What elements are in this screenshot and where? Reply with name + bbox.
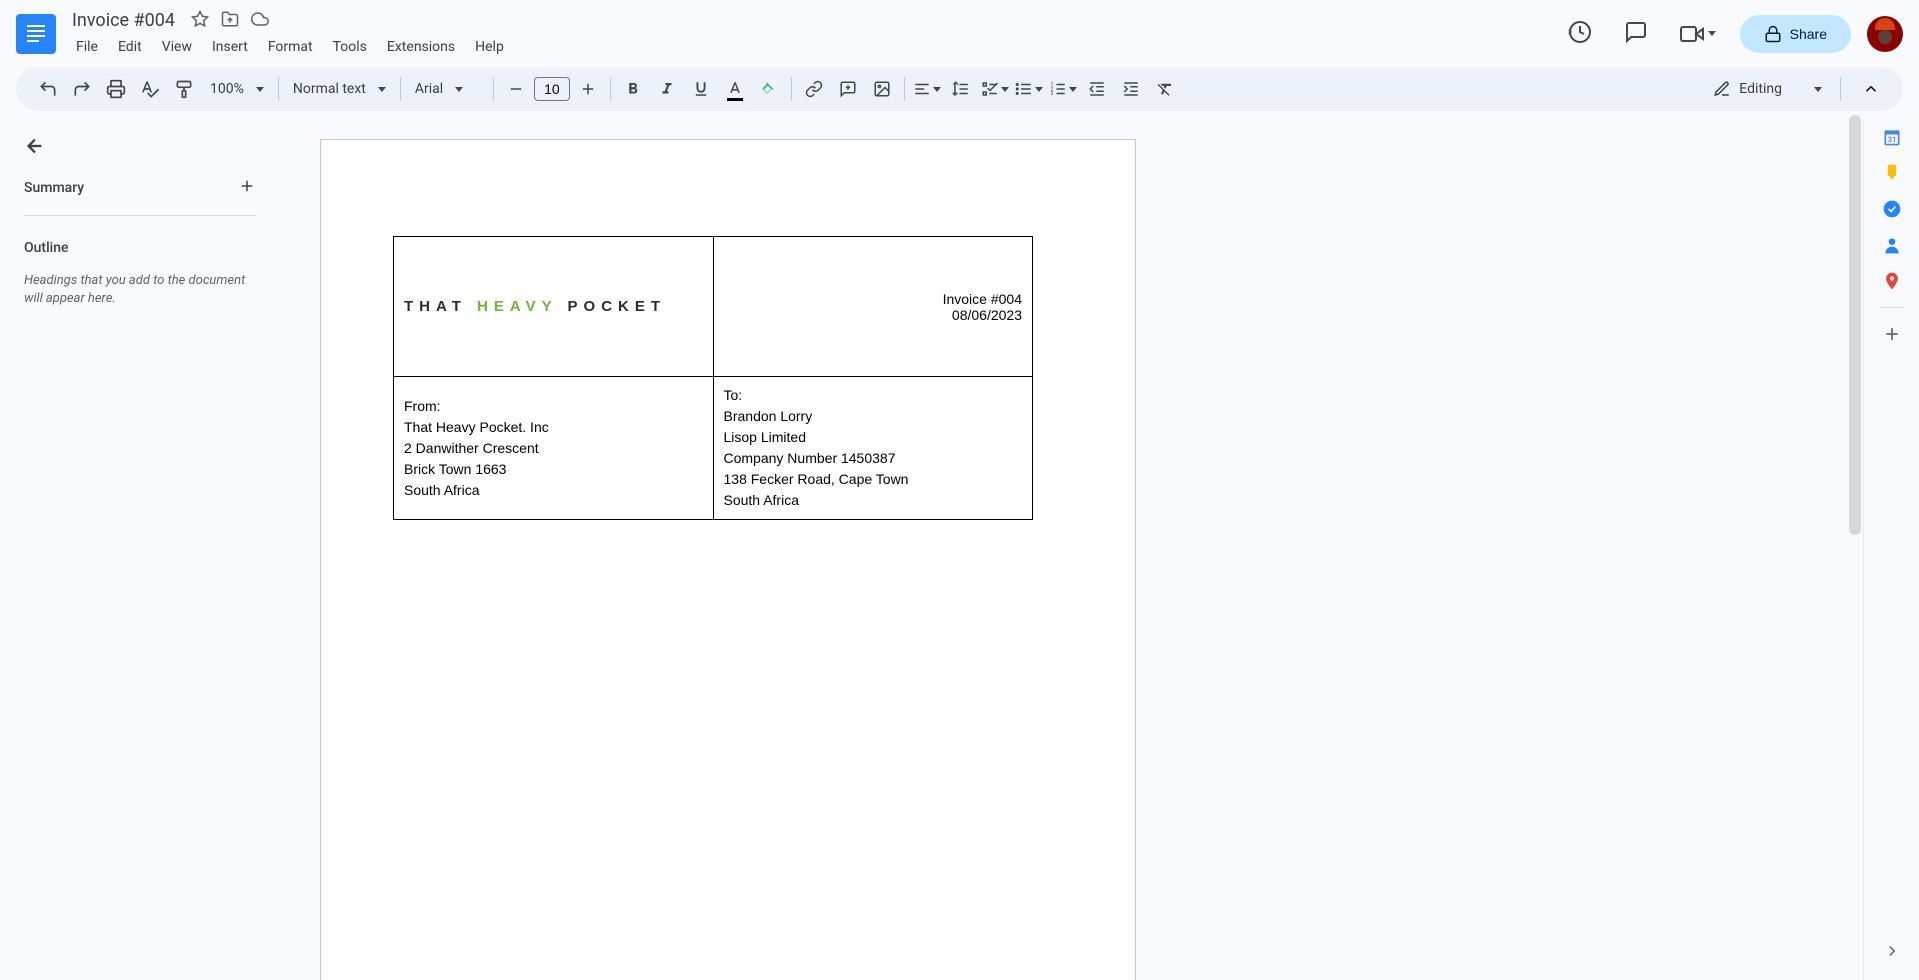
star-icon[interactable] [191,10,209,32]
meet-icon[interactable] [1672,14,1724,54]
docs-logo[interactable] [16,14,56,54]
menu-extensions[interactable]: Extensions [379,35,463,59]
document-area[interactable]: THAT HEAVY POCKET Invoice #004 08/06/202… [280,119,1863,980]
header-bar: Invoice #004 File Edit View Insert Forma… [0,0,1919,67]
paint-format-button[interactable] [168,73,200,105]
to-cell[interactable]: To: Brandon Lorry Lisop Limited Company … [713,377,1033,520]
to-company-num: Company Number 1450387 [724,448,1023,469]
insert-link-button[interactable] [798,73,830,105]
text-color-button[interactable] [719,73,751,105]
logo-word-heavy: HEAVY [477,298,557,315]
zoom-select[interactable]: 100% [202,75,272,103]
hide-side-panel-button[interactable] [1883,942,1901,964]
line-spacing-button[interactable] [945,73,977,105]
account-avatar[interactable] [1867,16,1903,52]
spellcheck-button[interactable] [134,73,166,105]
editing-mode-label: Editing [1739,81,1782,97]
invoice-table[interactable]: THAT HEAVY POCKET Invoice #004 08/06/202… [393,236,1033,520]
to-label: To: [724,385,1023,406]
redo-button[interactable] [66,73,98,105]
zoom-value: 100% [210,81,244,97]
logo-word-that: THAT [404,298,467,315]
style-value: Normal text [293,81,366,97]
document-page[interactable]: THAT HEAVY POCKET Invoice #004 08/06/202… [320,139,1136,980]
share-button[interactable]: Share [1740,15,1851,53]
toolbar: 100% Normal text Arial [16,67,1903,111]
invoice-info-cell[interactable]: Invoice #004 08/06/2023 [713,237,1033,377]
logo-word-pocket: POCKET [568,298,667,315]
tasks-icon[interactable] [1882,199,1902,219]
menu-edit[interactable]: Edit [110,35,150,59]
outline-label: Outline [24,240,256,256]
cloud-status-icon[interactable] [251,10,269,32]
underline-button[interactable] [685,73,717,105]
menu-help[interactable]: Help [467,35,512,59]
highlight-button[interactable] [753,73,785,105]
font-size-input[interactable] [534,77,570,101]
menu-tools[interactable]: Tools [325,35,375,59]
collapse-toolbar-button[interactable] [1855,73,1887,105]
history-icon[interactable] [1560,12,1600,56]
undo-button[interactable] [32,73,64,105]
maps-icon[interactable] [1882,271,1902,291]
outline-empty-text: Headings that you add to the document wi… [24,272,256,308]
share-label: Share [1790,26,1827,42]
summary-label: Summary [24,180,84,196]
get-addons-button[interactable] [1882,324,1902,344]
comments-icon[interactable] [1616,12,1656,56]
invoice-number: Invoice #004 [724,291,1023,307]
add-comment-button[interactable] [832,73,864,105]
menu-bar: File Edit View Insert Format Tools Exten… [68,35,512,59]
from-address2: Brick Town 1663 [404,459,703,480]
print-button[interactable] [100,73,132,105]
from-address1: 2 Danwither Crescent [404,438,703,459]
to-address: 138 Fecker Road, Cape Town [724,469,1023,490]
numbered-list-button[interactable]: 123 [1047,73,1079,105]
invoice-date: 08/06/2023 [724,307,1023,323]
font-select[interactable]: Arial [407,75,487,103]
menu-format[interactable]: Format [260,35,321,59]
checklist-button[interactable] [979,73,1011,105]
svg-text:3: 3 [1050,91,1053,97]
editing-mode-select[interactable]: Editing [1701,74,1834,104]
contacts-icon[interactable] [1882,235,1902,255]
side-panel: 31 [1863,119,1919,980]
decrease-font-button[interactable] [500,73,532,105]
decrease-indent-button[interactable] [1081,73,1113,105]
calendar-icon[interactable]: 31 [1882,127,1902,147]
from-label: From: [404,396,703,417]
to-country: South Africa [724,490,1023,511]
svg-text:31: 31 [1887,135,1896,144]
logo-cell[interactable]: THAT HEAVY POCKET [394,237,714,377]
add-summary-button[interactable] [238,177,256,199]
scrollbar[interactable] [1849,115,1861,535]
to-company: Lisop Limited [724,427,1023,448]
keep-icon[interactable] [1882,163,1902,183]
italic-button[interactable] [651,73,683,105]
align-button[interactable] [911,73,943,105]
outline-panel: Summary Outline Headings that you add to… [0,119,280,980]
increase-indent-button[interactable] [1115,73,1147,105]
style-select[interactable]: Normal text [285,75,394,103]
move-icon[interactable] [221,10,239,32]
bold-button[interactable] [617,73,649,105]
from-country: South Africa [404,480,703,501]
menu-file[interactable]: File [68,35,106,59]
from-cell[interactable]: From: That Heavy Pocket. Inc 2 Danwither… [394,377,714,520]
document-title[interactable]: Invoice #004 [68,8,179,33]
close-outline-button[interactable] [24,135,256,161]
bulleted-list-button[interactable] [1013,73,1045,105]
clear-formatting-button[interactable] [1149,73,1181,105]
from-company: That Heavy Pocket. Inc [404,417,703,438]
increase-font-button[interactable] [572,73,604,105]
to-name: Brandon Lorry [724,406,1023,427]
menu-view[interactable]: View [154,35,200,59]
insert-image-button[interactable] [866,73,898,105]
menu-insert[interactable]: Insert [204,35,256,59]
font-value: Arial [415,81,443,97]
